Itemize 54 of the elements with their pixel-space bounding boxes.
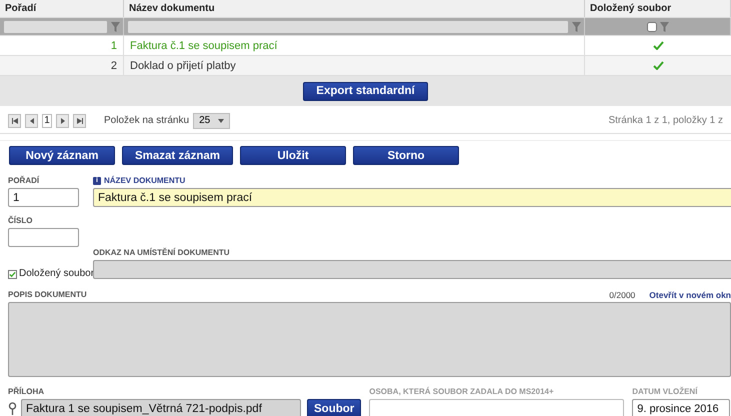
column-header[interactable]: Pořadí [0,0,124,17]
file-button[interactable]: Soubor [307,399,362,416]
caret-icon [218,118,224,124]
description-field[interactable] [8,302,731,377]
table-cell: Faktura č.1 se soupisem prací [124,36,585,55]
table-cell: 2 [0,56,124,75]
action-button[interactable]: Smazat záznam [122,146,234,165]
next-page-button[interactable] [56,114,69,128]
checkmark-icon [9,270,16,278]
action-button[interactable]: Storno [353,146,460,165]
field-label: ČÍSLO [8,215,34,226]
first-page-button[interactable] [8,114,21,128]
action-button[interactable]: Uložit [240,146,346,165]
previous-page-button[interactable] [25,114,38,128]
number-field[interactable] [8,228,79,247]
order-field[interactable]: 1 [8,188,79,207]
field-label: OSOBA, KTERÁ SOUBOR ZADALA DO MS2014+ [369,386,555,397]
left-triangle-icon [28,118,34,124]
open-new-window-link[interactable]: Otevřít v novém okn [649,290,731,300]
export-button[interactable]: Export standardní [303,82,428,100]
filter-icon[interactable] [572,22,581,32]
last-page-button[interactable] [73,114,86,128]
pin-icon [8,402,17,415]
page-number[interactable]: 1 [42,114,52,128]
last-page-icon [76,118,82,124]
field-label: NÁZEV DOKUMENTU [104,176,186,185]
document-name-field[interactable]: Faktura č.1 se soupisem prací [93,188,731,207]
page-summary: Stránka 1 z 1, položky 1 z [608,115,723,126]
column-header[interactable]: Doložený soubor [585,0,731,17]
first-page-icon [12,118,18,124]
file-attached-checkbox[interactable]: Doložený soubor [8,267,94,281]
date-field[interactable]: 9. prosince 2016 [632,399,730,416]
filter-icon[interactable] [111,22,120,32]
filter-field[interactable] [3,20,108,34]
field-label: PŘÍLOHA [8,386,45,397]
per-page-select[interactable]: 25 [193,112,230,128]
filter-icon[interactable] [660,22,668,32]
field-label: POŘADÍ [8,175,40,186]
action-button[interactable]: Nový záznam [9,146,115,165]
table-cell: Doklad o přijetí platby [124,56,585,75]
field-label: ODKAZ NA UMÍSTĚNÍ DOKUMENTU [93,247,231,258]
field-label: DATUM VLOŽENÍ [632,386,698,397]
right-triangle-icon [60,118,66,124]
person-field[interactable] [369,399,624,416]
document-link-field[interactable] [93,260,731,279]
filter-checkbox[interactable] [646,22,656,32]
column-header[interactable]: Název dokumentu [124,0,585,17]
per-page-label: Položek na stránku [104,115,190,126]
table-cell: 1 [0,36,124,55]
filter-field[interactable] [127,20,569,34]
character-count: 0/2000 [609,290,636,300]
field-label: POPIS DOKUMENTU [8,289,88,300]
checkbox[interactable] [8,270,17,278]
attachment-field[interactable]: Faktura 1 se soupisem_Větrná 721-podpis.pdf [21,399,301,416]
